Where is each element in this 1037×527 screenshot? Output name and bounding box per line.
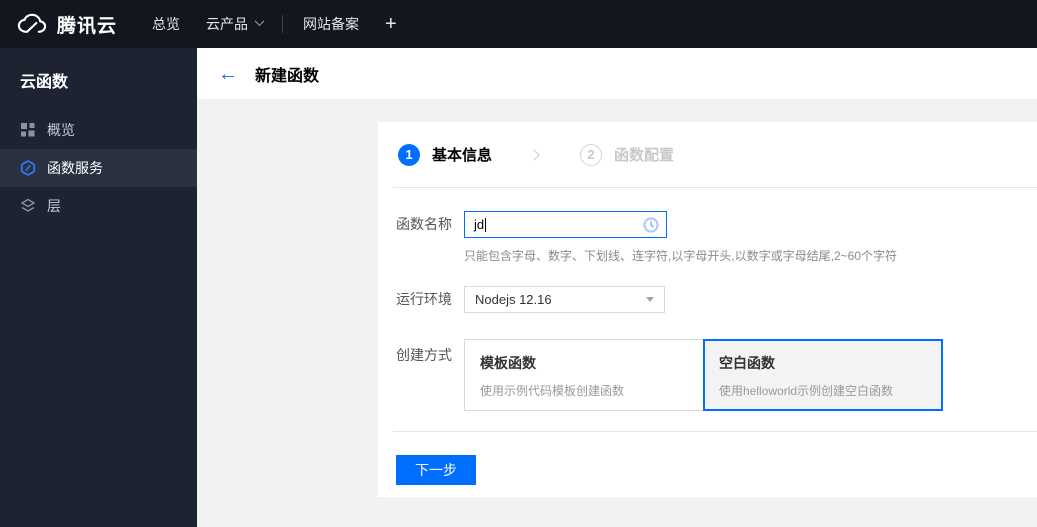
sidebar-title: 云函数 xyxy=(20,74,69,91)
tencent-cloud-logo[interactable]: 腾讯云 xyxy=(15,11,117,38)
function-hexagon-icon xyxy=(20,160,36,176)
method-desc: 使用helloworld示例创建空白函数 xyxy=(719,384,894,398)
method-title: 模板函数 xyxy=(480,355,536,371)
sidebar-item-label: 概览 xyxy=(47,122,75,138)
create-method-row: 创建方式 模板函数 使用示例代码模板创建函数 空白函数 使用helloworld… xyxy=(396,339,1037,411)
step-1-label: 基本信息 xyxy=(432,147,493,164)
method-card-blank[interactable]: 空白函数 使用helloworld示例创建空白函数 xyxy=(703,339,943,411)
grid-icon xyxy=(20,122,36,138)
step-1-circle: 1 xyxy=(398,143,420,166)
nav-item-cloud-products[interactable]: 云产品 xyxy=(206,14,265,34)
sidebar-menu: 概览 函数服务 层 xyxy=(0,111,197,225)
select-caret-icon xyxy=(646,297,654,302)
step-chevron-icon xyxy=(528,148,540,161)
sidebar: 云函数 概览 函数服务 层 xyxy=(0,48,197,527)
step-2-label: 函数配置 xyxy=(614,147,675,164)
nav-item-website-beian[interactable]: 网站备案 xyxy=(303,14,359,34)
top-navbar: 腾讯云 总览 云产品 网站备案 + xyxy=(0,0,1037,48)
sidebar-item-label: 函数服务 xyxy=(47,160,103,176)
sidebar-item-overview[interactable]: 概览 xyxy=(0,111,197,149)
function-name-label: 函数名称 xyxy=(396,216,452,232)
nav-divider xyxy=(282,15,284,33)
method-desc: 使用示例代码模板创建函数 xyxy=(480,384,625,398)
back-arrow-icon[interactable]: ← xyxy=(218,64,238,84)
function-name-row: 函数名称 jd 只能包含字母、数字、下划线、连字符,以字母开头,以数字或字母结尾… xyxy=(396,211,1037,264)
page-title: 新建函数 xyxy=(255,67,320,85)
sidebar-item-function-service[interactable]: 函数服务 xyxy=(0,149,197,187)
actions-row: 下一步 xyxy=(378,432,1037,485)
page-header: ← 新建函数 xyxy=(197,48,1037,99)
create-function-card: 1 基本信息 2 函数配置 函数名称 jd 只能包含字母、数字、下划线、连字符,… xyxy=(378,122,1037,497)
sidebar-item-label: 层 xyxy=(47,198,61,214)
runtime-select[interactable]: Nodejs 12.16 xyxy=(464,286,665,313)
cloud-logo-icon xyxy=(15,12,48,36)
basic-info-form: 函数名称 jd 只能包含字母、数字、下划线、连字符,以字母开头,以数字或字母结尾… xyxy=(378,188,1037,431)
runtime-selected-value: Nodejs 12.16 xyxy=(475,292,552,307)
function-name-help: 只能包含字母、数字、下划线、连字符,以字母开头,以数字或字母结尾,2~60个字符 xyxy=(464,249,898,263)
method-title: 空白函数 xyxy=(719,355,775,371)
method-cards: 模板函数 使用示例代码模板创建函数 空白函数 使用helloworld示例创建空… xyxy=(464,339,943,411)
nav-item-overview[interactable]: 总览 xyxy=(152,14,180,34)
next-step-button[interactable]: 下一步 xyxy=(396,455,476,485)
main-content: ← 新建函数 1 基本信息 2 函数配置 函数名称 jd 只能包含字母、数字、下… xyxy=(197,48,1037,527)
function-name-input[interactable]: jd xyxy=(464,211,667,238)
method-card-template[interactable]: 模板函数 使用示例代码模板创建函数 xyxy=(464,339,704,411)
runtime-label: 运行环境 xyxy=(396,291,452,307)
chevron-down-icon xyxy=(254,16,265,27)
runtime-row: 运行环境 Nodejs 12.16 xyxy=(396,286,1037,313)
brand-name: 腾讯云 xyxy=(57,15,118,37)
add-tab-plus-icon[interactable]: + xyxy=(385,14,397,34)
layers-icon xyxy=(20,198,36,214)
step-2-circle: 2 xyxy=(580,143,603,166)
sidebar-item-layers[interactable]: 层 xyxy=(0,187,197,225)
function-name-value: jd xyxy=(474,217,485,232)
create-method-label: 创建方式 xyxy=(396,347,452,363)
clock-icon xyxy=(642,216,660,234)
text-caret xyxy=(485,217,487,232)
wizard-steps: 1 基本信息 2 函数配置 xyxy=(378,122,1037,187)
